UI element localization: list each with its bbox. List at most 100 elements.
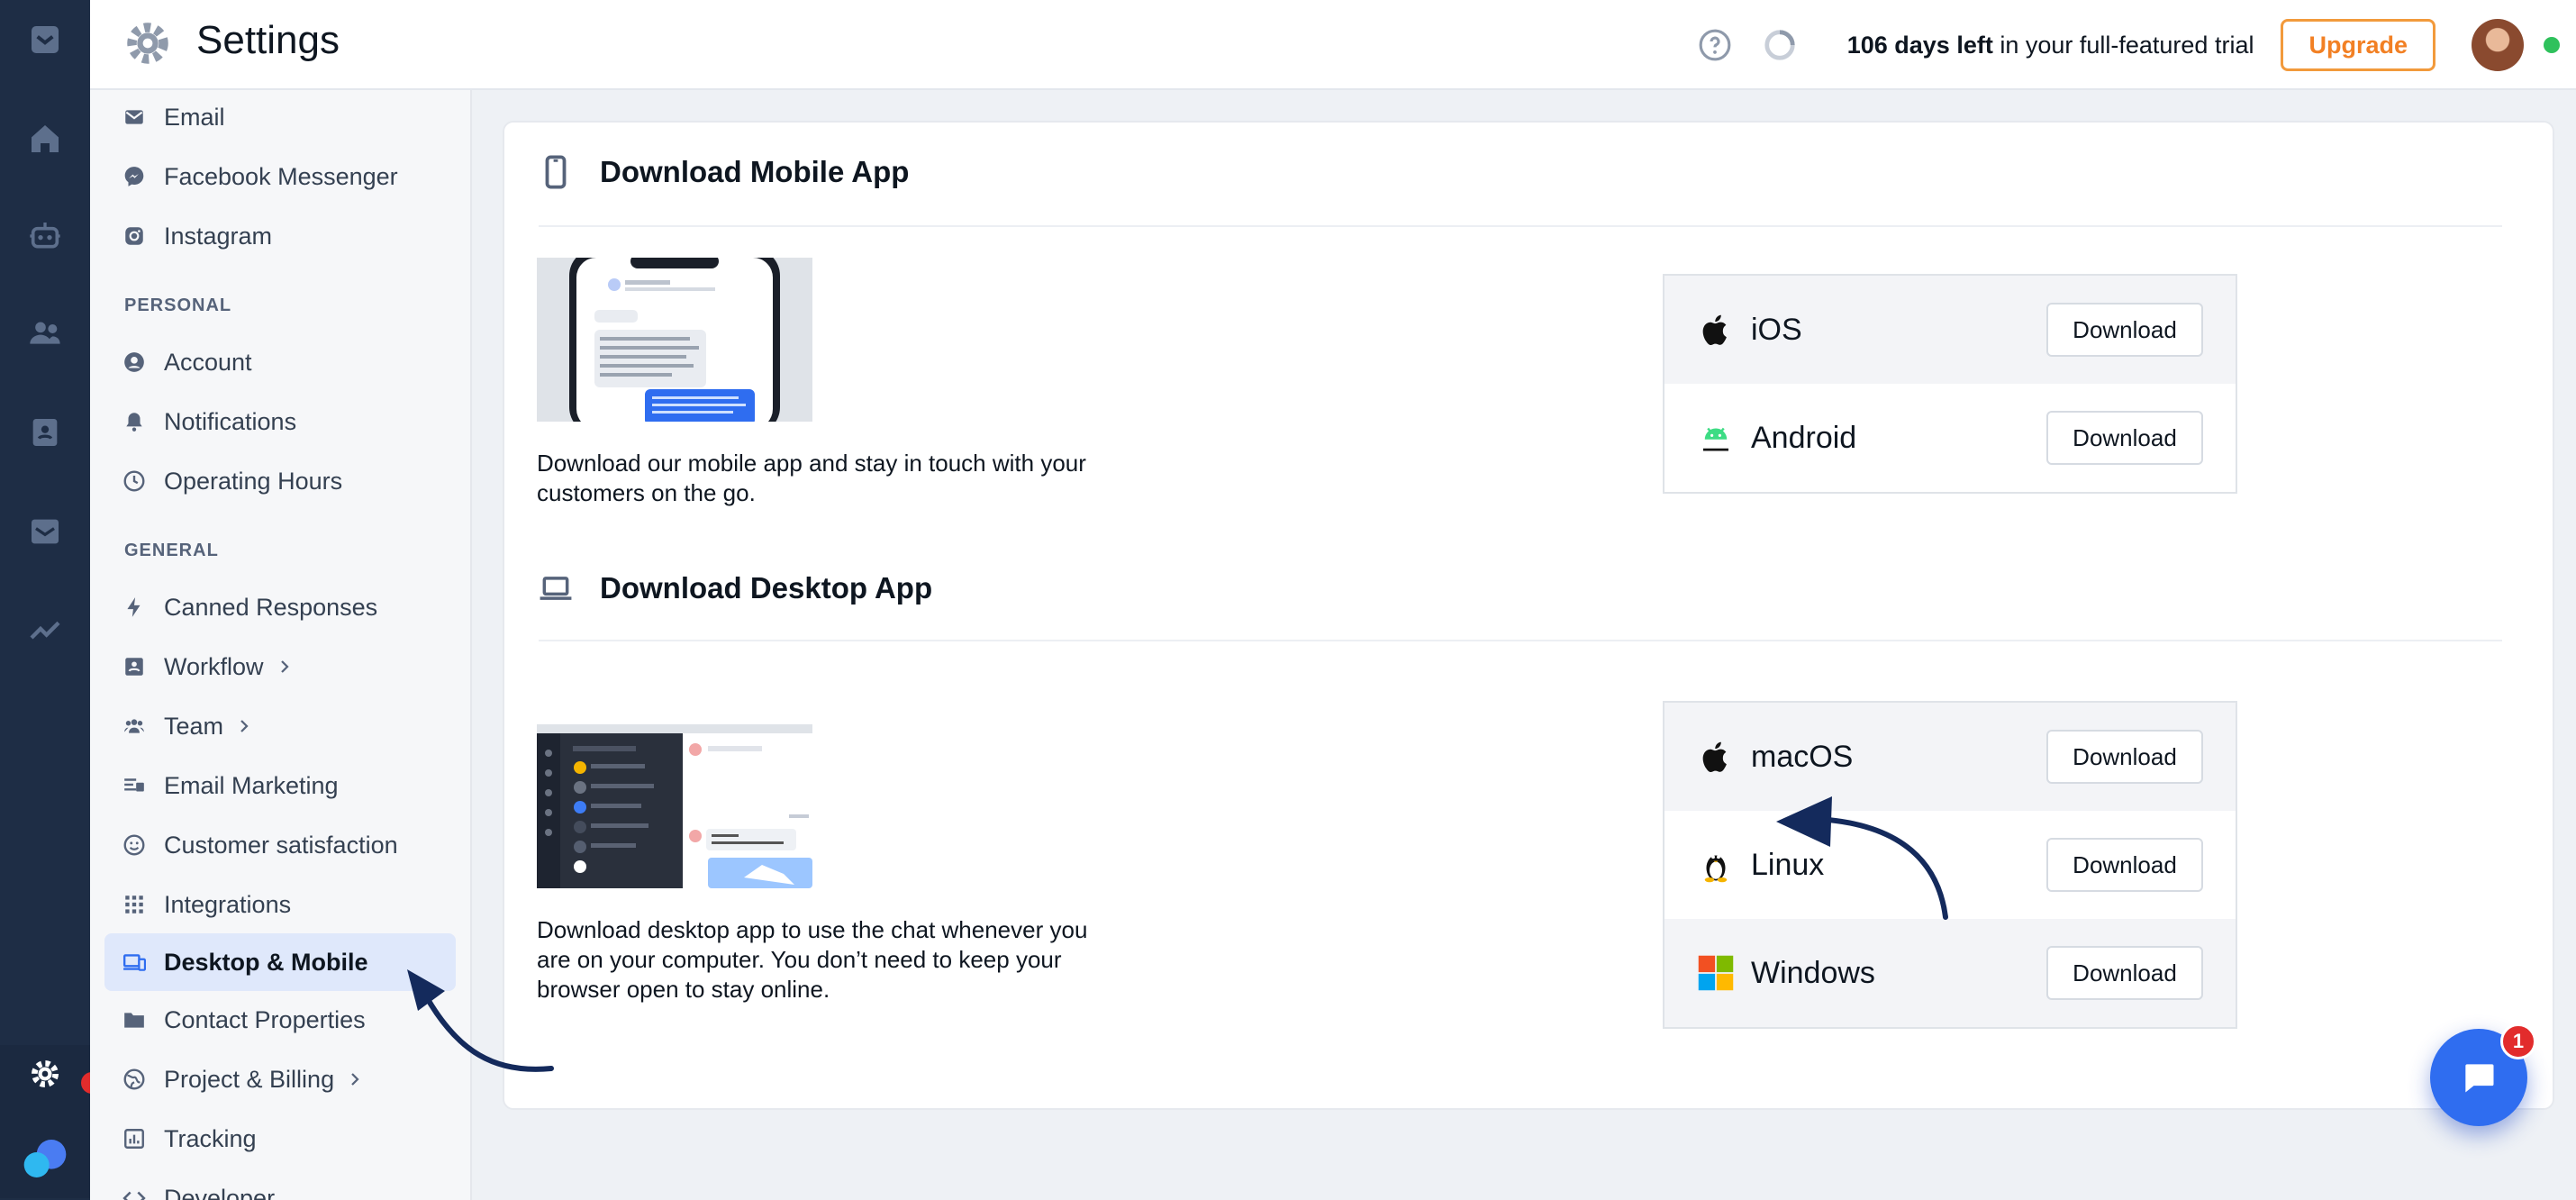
- sidebar-item-label: Account: [164, 348, 252, 376]
- trial-days: 106 days left: [1846, 31, 1993, 59]
- top-bar: Settings 106 days left in your full-feat…: [90, 0, 2576, 90]
- desktop-app-preview-image: [537, 724, 812, 888]
- workflow-icon: [125, 658, 143, 676]
- team-icon: [124, 719, 144, 733]
- laptop-icon: [540, 577, 572, 600]
- sidebar-item-label: Desktop & Mobile: [164, 948, 368, 976]
- android-icon: [1701, 427, 1730, 452]
- downloads-card: Download Mobile App Download our mobile …: [503, 121, 2554, 1110]
- desktop-title-text: Download Desktop App: [600, 571, 933, 605]
- sidebar-item-facebook-messenger[interactable]: Facebook Messenger: [104, 148, 456, 205]
- online-status-dot: [2544, 37, 2560, 53]
- chevron-right-icon: [280, 660, 289, 673]
- sidebar-item-email[interactable]: Email: [104, 90, 456, 146]
- email-marketing-icon: [124, 778, 144, 792]
- platform-name: macOS: [1751, 739, 1854, 774]
- trial-text: in your full-featured trial: [1992, 31, 2254, 59]
- mobile-phone-icon: [545, 155, 567, 189]
- divider: [539, 225, 2502, 227]
- windows-icon: [1698, 955, 1734, 991]
- desktop-section-title: Download Desktop App: [539, 571, 932, 605]
- download-ios-button[interactable]: Download: [2046, 303, 2203, 357]
- mail-campaign-icon[interactable]: [0, 495, 90, 568]
- bolt-icon: [127, 597, 141, 617]
- sidebar-item-workflow[interactable]: Workflow: [104, 638, 456, 695]
- sidebar-item-label: Customer satisfaction: [164, 831, 398, 859]
- sidebar-item-label: Email: [164, 103, 225, 131]
- envelope-icon: [125, 110, 143, 124]
- home-icon[interactable]: [0, 103, 90, 175]
- apple-icon: [1702, 314, 1727, 345]
- download-macos-button[interactable]: Download: [2046, 730, 2203, 784]
- help-icon[interactable]: [1698, 28, 1732, 62]
- sidebar-item-label: Team: [164, 712, 224, 740]
- sidebar-item-team[interactable]: Team: [104, 697, 456, 755]
- mobile-app-preview-image: [537, 258, 812, 422]
- sidebar-item-tracking[interactable]: Tracking: [104, 1110, 456, 1168]
- download-windows-button[interactable]: Download: [2046, 946, 2203, 1000]
- icon-rail: [0, 0, 103, 1200]
- sidebar-item-instagram[interactable]: Instagram: [104, 207, 456, 265]
- sidebar-item-label: Developer: [164, 1184, 276, 1200]
- mobile-platform-list: iOS Download Android Download: [1663, 274, 2237, 494]
- mobile-section-title: Download Mobile App: [539, 155, 909, 189]
- trial-status: 106 days left in your full-featured tria…: [1847, 32, 2254, 59]
- bot-icon[interactable]: [0, 200, 90, 272]
- sidebar-item-canned-responses[interactable]: Canned Responses: [104, 578, 456, 636]
- sidebar-item-notifications[interactable]: Notifications: [104, 393, 456, 450]
- devices-icon: [122, 954, 146, 971]
- settings-title-gear-icon: [127, 23, 168, 64]
- upgrade-button[interactable]: Upgrade: [2281, 19, 2435, 71]
- chart-icon: [124, 1129, 144, 1149]
- sidebar-item-developer[interactable]: Developer: [104, 1169, 456, 1200]
- tickets-icon[interactable]: [0, 396, 90, 468]
- apple-icon: [1702, 741, 1727, 772]
- sidebar-item-email-marketing[interactable]: Email Marketing: [104, 757, 456, 814]
- sidebar-item-label: Canned Responses: [164, 593, 378, 621]
- sidebar-item-customer-satisfaction[interactable]: Customer satisfaction: [104, 816, 456, 874]
- messenger-icon: [124, 167, 144, 186]
- smile-icon: [123, 834, 145, 856]
- avatar[interactable]: [2472, 19, 2524, 71]
- sidebar-item-integrations[interactable]: Integrations: [104, 876, 456, 933]
- sidebar-item-label: Operating Hours: [164, 467, 343, 495]
- chevron-right-icon: [240, 720, 249, 732]
- chat-unread-badge: 1: [2500, 1023, 2536, 1059]
- sidebar-item-label: Instagram: [164, 222, 273, 250]
- mobile-title-text: Download Mobile App: [600, 155, 910, 188]
- sidebar-item-account[interactable]: Account: [104, 333, 456, 391]
- sidebar-item-operating-hours[interactable]: Operating Hours: [104, 452, 456, 510]
- analytics-icon[interactable]: [0, 593, 90, 665]
- annotation-arrow-downloads: [1776, 796, 1948, 920]
- platform-name: Android: [1751, 420, 1857, 455]
- loading-icon: [1764, 30, 1795, 60]
- topbar-right: 106 days left in your full-featured tria…: [1698, 0, 2576, 90]
- chevron-right-icon: [351, 1073, 359, 1086]
- inbox-logo-icon[interactable]: [0, 4, 90, 76]
- platform-name: iOS: [1751, 312, 1802, 347]
- platform-name: Windows: [1751, 955, 1875, 990]
- sidebar-item-label: Tracking: [164, 1124, 257, 1152]
- code-icon: [122, 1191, 146, 1200]
- download-android-button[interactable]: Download: [2046, 411, 2203, 465]
- sidebar-item-label: Contact Properties: [164, 1005, 366, 1033]
- section-header-personal: PERSONAL: [124, 295, 232, 315]
- download-linux-button[interactable]: Download: [2046, 838, 2203, 892]
- clock-icon: [123, 470, 145, 492]
- sidebar-item-label: Email Marketing: [164, 771, 339, 799]
- bell-icon: [126, 413, 142, 432]
- sidebar-item-label: Workflow: [164, 652, 264, 680]
- mobile-description: Download our mobile app and stay in touc…: [537, 450, 1086, 506]
- annotation-arrow-sidebar: [407, 969, 554, 1072]
- desktop-description: Download desktop app to use the chat whe…: [537, 916, 1088, 1003]
- folder-icon: [124, 1013, 144, 1028]
- divider: [539, 640, 2502, 641]
- settings-gear-icon[interactable]: [0, 1038, 90, 1110]
- brand-logo-icon[interactable]: [0, 1123, 90, 1195]
- linux-icon: [1704, 855, 1728, 883]
- platform-row-android: Android Download: [1664, 384, 2236, 492]
- sidebar-item-label: Notifications: [164, 407, 297, 435]
- instagram-icon: [125, 227, 143, 245]
- contacts-icon[interactable]: [0, 297, 90, 369]
- globe-icon: [123, 1068, 145, 1090]
